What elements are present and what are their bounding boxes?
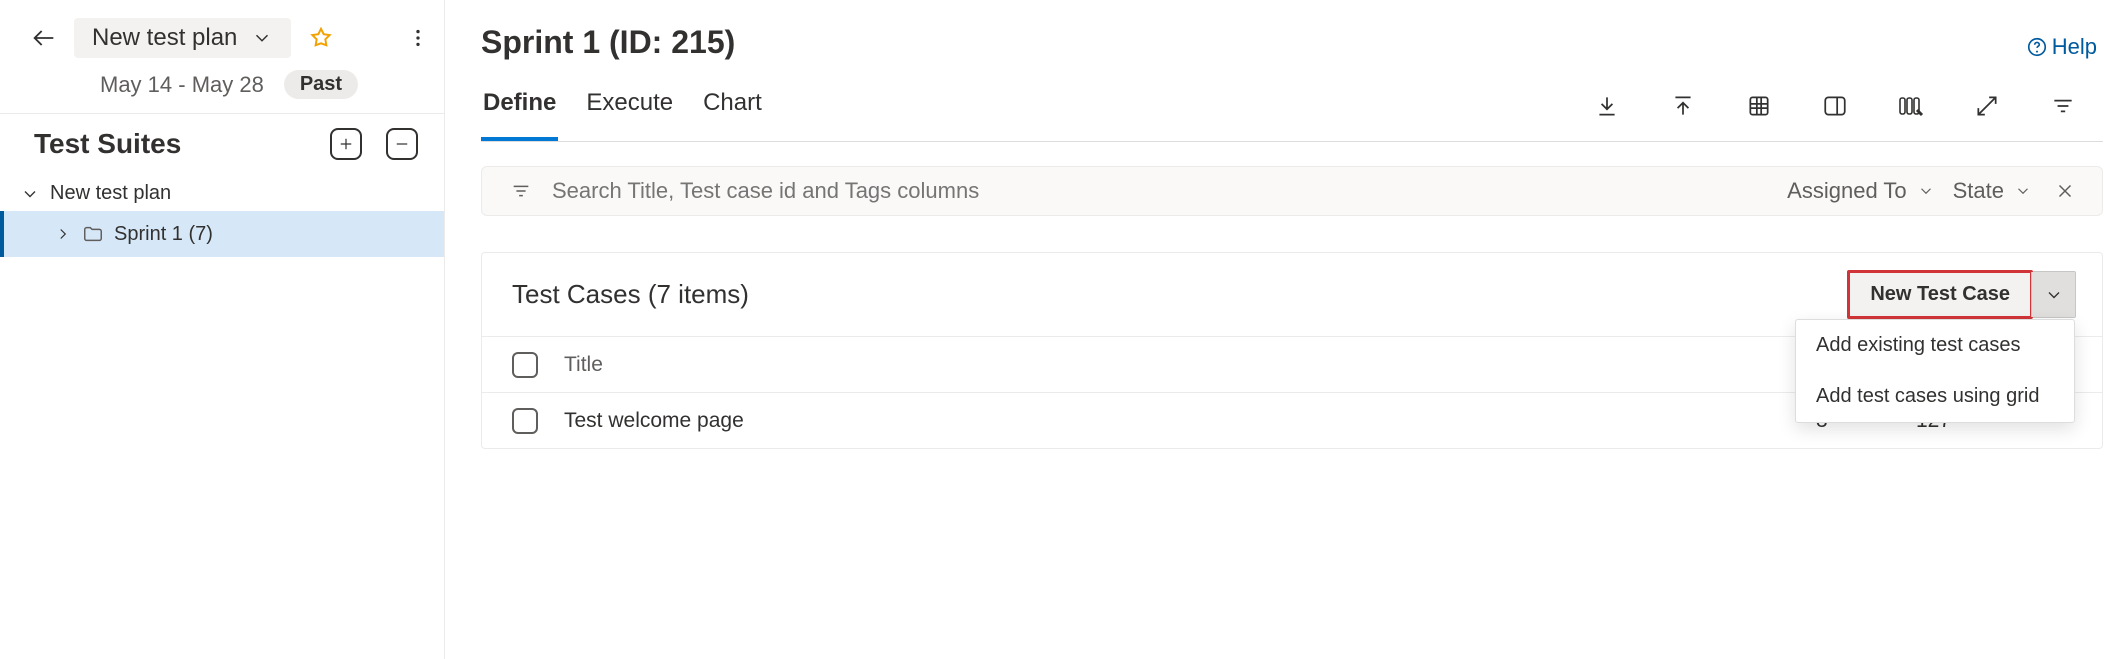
filter-icon [2050, 93, 2076, 119]
close-icon [2054, 180, 2076, 202]
column-options-button[interactable] [1891, 86, 1931, 126]
plan-date-row: May 14 - May 28 Past [0, 64, 444, 113]
tab-define[interactable]: Define [481, 79, 558, 141]
suite-tree-root[interactable]: New test plan [0, 176, 444, 211]
test-cases-card: Test Cases (7 items) New Test Case Add e… [481, 252, 2103, 449]
filter-toggle-button[interactable] [2043, 86, 2083, 126]
suite-tree: New test plan Sprint 1 (7) [0, 170, 444, 257]
clear-filters-button[interactable] [2050, 180, 2080, 202]
sidebar: New test plan May 14 - May 28 [0, 0, 445, 659]
grid-view-button[interactable] [1739, 86, 1779, 126]
star-icon [308, 25, 334, 51]
row-checkbox[interactable] [512, 408, 538, 434]
collapse-suite-button[interactable] [386, 128, 418, 160]
grid-icon [1746, 93, 1772, 119]
test-cases-title: Test Cases (7 items) [512, 279, 749, 310]
chevron-down-icon [2044, 285, 2064, 305]
search-input[interactable] [550, 177, 1769, 205]
state-filter[interactable]: State [1953, 178, 2032, 204]
suite-item-label: Sprint 1 (7) [114, 223, 213, 246]
select-all-checkbox[interactable] [512, 352, 538, 378]
new-test-case-button[interactable]: New Test Case [1847, 270, 2033, 319]
suite-tree-item-sprint1[interactable]: Sprint 1 (7) [0, 211, 444, 257]
chevron-right-icon [54, 225, 72, 243]
new-test-case-dropdown[interactable] [2031, 272, 2075, 317]
new-test-case-split-button: New Test Case Add existing test cases Ad… [1848, 271, 2076, 318]
export-button[interactable] [1587, 86, 1627, 126]
state-label: State [1953, 178, 2004, 204]
suites-title: Test Suites [34, 128, 181, 160]
help-link[interactable]: Help [2026, 34, 2097, 60]
chevron-down-icon [251, 27, 273, 49]
columns-edit-icon [1897, 93, 1925, 119]
new-test-case-menu: Add existing test cases Add test cases u… [1795, 319, 2075, 423]
chevron-down-icon [20, 184, 40, 204]
download-icon [1594, 93, 1620, 119]
assigned-to-filter[interactable]: Assigned To [1787, 178, 1934, 204]
plan-status-badge: Past [284, 70, 358, 99]
help-icon [2026, 36, 2048, 58]
col-header-title[interactable]: Title [564, 353, 1816, 377]
toolbar [1587, 86, 2103, 134]
menu-add-existing[interactable]: Add existing test cases [1796, 320, 2074, 371]
tab-chart[interactable]: Chart [701, 79, 764, 141]
minus-icon [393, 135, 411, 153]
plan-date-range: May 14 - May 28 [100, 72, 264, 98]
kebab-icon [407, 27, 429, 49]
arrow-left-icon [30, 24, 58, 52]
filter-bar: Assigned To State [481, 166, 2103, 216]
add-suite-button[interactable] [330, 128, 362, 160]
favorite-button[interactable] [301, 18, 341, 58]
test-plan-name: New test plan [92, 24, 237, 52]
fullscreen-button[interactable] [1967, 86, 2007, 126]
menu-add-grid[interactable]: Add test cases using grid [1796, 371, 2074, 422]
layout-icon [1822, 93, 1848, 119]
pane-view-button[interactable] [1815, 86, 1855, 126]
suites-section-header: Test Suites [0, 114, 444, 170]
tab-execute[interactable]: Execute [584, 79, 675, 141]
more-button[interactable] [398, 18, 438, 58]
test-plan-selector[interactable]: New test plan [74, 18, 291, 58]
plus-icon [337, 135, 355, 153]
main-panel: Sprint 1 (ID: 215) Help Define Execute C… [445, 0, 2121, 659]
assigned-to-label: Assigned To [1787, 178, 1906, 204]
back-button[interactable] [24, 18, 64, 58]
tabs-bar: Define Execute Chart [481, 79, 2103, 142]
suite-root-label: New test plan [50, 182, 171, 205]
page-title: Sprint 1 (ID: 215) [481, 24, 735, 61]
import-button[interactable] [1663, 86, 1703, 126]
filter-lines-icon [510, 180, 532, 202]
upload-icon [1670, 93, 1696, 119]
help-label: Help [2052, 34, 2097, 60]
folder-icon [82, 223, 104, 245]
chevron-down-icon [2014, 182, 2032, 200]
sidebar-header: New test plan [0, 0, 444, 64]
expand-icon [1974, 93, 2000, 119]
chevron-down-icon [1917, 182, 1935, 200]
cell-title: Test welcome page [564, 409, 1816, 433]
